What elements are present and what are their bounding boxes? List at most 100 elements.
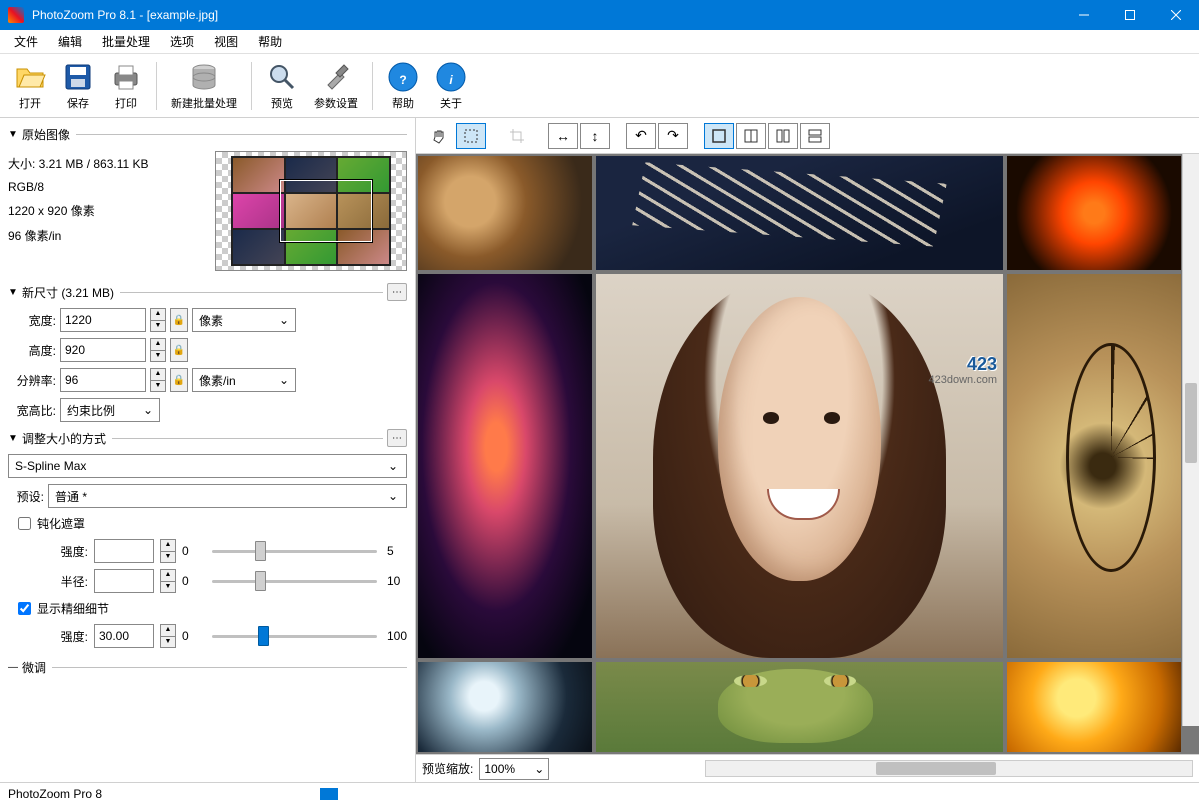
save-icon [62, 61, 94, 93]
watermark-logo: 423 [967, 354, 997, 375]
fine-intensity-slider[interactable] [212, 624, 377, 648]
toolbar-separator [156, 62, 157, 110]
preview-canvas[interactable]: 423 423down.com [416, 154, 1199, 754]
marquee-tool-button[interactable] [456, 123, 486, 149]
zoom-select[interactable]: 100% [479, 758, 549, 780]
resize-options-button[interactable]: ⋯ [387, 429, 407, 447]
unsharp-rad-max: 10 [387, 574, 407, 588]
minimize-button[interactable] [1061, 0, 1107, 30]
method-select[interactable]: S-Spline Max [8, 454, 407, 478]
flip-horizontal-button[interactable]: ↔ [548, 123, 578, 149]
unsharp-intensity-spinner[interactable]: ▲▼ [160, 539, 176, 563]
original-dpi: 96 像素/in [8, 227, 205, 244]
horizontal-scrollbar[interactable] [705, 760, 1193, 777]
fine-intensity-input[interactable] [94, 624, 154, 648]
radius-label: 半径: [44, 573, 88, 590]
menu-view[interactable]: 视图 [204, 30, 248, 53]
section-micro-header[interactable]: — 微调 [8, 655, 407, 680]
height-input[interactable] [60, 338, 146, 362]
unsharp-radius-spinner[interactable]: ▲▼ [160, 569, 176, 593]
menu-file[interactable]: 文件 [4, 30, 48, 53]
resolution-label: 分辨率: [8, 372, 56, 389]
preview-tile [596, 156, 1003, 270]
fine-intensity-spinner[interactable]: ▲▼ [160, 624, 176, 648]
ratio-label: 宽高比: [8, 402, 56, 419]
database-icon [188, 61, 220, 93]
navigator-thumbnail[interactable] [215, 151, 407, 271]
width-spinner[interactable]: ▲▼ [150, 308, 166, 332]
unsharp-intensity-slider[interactable] [212, 539, 377, 563]
resolution-unit-select[interactable]: 像素/in [192, 368, 296, 392]
left-panel: ▼ 原始图像 大小: 3.21 MB / 863.11 KB RGB/8 122… [0, 118, 416, 782]
about-button[interactable]: i 关于 [427, 59, 475, 113]
status-bar: PhotoZoom Pro 8 [0, 782, 1199, 804]
status-indicator [320, 788, 338, 800]
new-batch-button[interactable]: 新建批量处理 [163, 59, 245, 113]
intensity-label: 强度: [44, 543, 88, 560]
navigator-viewport[interactable] [280, 180, 372, 242]
menu-edit[interactable]: 编辑 [48, 30, 92, 53]
preset-select[interactable]: 普通 * [48, 484, 407, 508]
crop-button[interactable] [502, 123, 532, 149]
resolution-lock-button[interactable]: 🔒 [170, 368, 188, 392]
chevron-down-icon: ▼ [8, 287, 18, 298]
section-resize-header[interactable]: ▼ 调整大小的方式 ⋯ [8, 425, 407, 451]
fine-max: 100 [387, 629, 407, 643]
menu-help[interactable]: 帮助 [248, 30, 292, 53]
view-split-v-button[interactable] [736, 123, 766, 149]
window-buttons [1061, 0, 1199, 30]
menu-batch[interactable]: 批量处理 [92, 30, 160, 53]
width-unit-select[interactable]: 像素 [192, 308, 296, 332]
view-single-button[interactable] [704, 123, 734, 149]
menubar: 文件 编辑 批量处理 选项 视图 帮助 [0, 30, 1199, 54]
unsharp-checkbox[interactable] [18, 517, 31, 530]
vertical-scrollbar[interactable] [1182, 154, 1199, 726]
preview-tile: 423 423down.com [596, 274, 1003, 658]
section-resize-title: 调整大小的方式 [22, 430, 106, 447]
preview-area: ↔ ↕ ↶ ↷ 423 423down.com [416, 118, 1199, 782]
preset-label: 预设: [8, 488, 44, 505]
fine-intensity-label: 强度: [44, 628, 88, 645]
width-lock-button[interactable]: 🔒 [170, 308, 188, 332]
flip-vertical-button[interactable]: ↕ [580, 123, 610, 149]
rotate-cw-button[interactable]: ↷ [658, 123, 688, 149]
section-newsize-header[interactable]: ▼ 新尺寸 (3.21 MB) ⋯ [8, 279, 407, 305]
open-button[interactable]: 打开 [6, 59, 54, 113]
original-size: 大小: 3.21 MB / 863.11 KB [8, 155, 205, 172]
dash-icon: — [8, 662, 18, 673]
unsharp-radius-input[interactable] [94, 569, 154, 593]
zoom-label: 预览缩放: [422, 760, 473, 777]
height-spinner[interactable]: ▲▼ [150, 338, 166, 362]
newsize-options-button[interactable]: ⋯ [387, 283, 407, 301]
print-button[interactable]: 打印 [102, 59, 150, 113]
ratio-select[interactable]: 约束比例 [60, 398, 160, 422]
width-input[interactable] [60, 308, 146, 332]
height-lock-button[interactable]: 🔒 [170, 338, 188, 362]
preview-tile [418, 662, 592, 752]
titlebar: PhotoZoom Pro 8.1 - [example.jpg] [0, 0, 1199, 30]
unsharp-radius-slider[interactable] [212, 569, 377, 593]
section-original-header[interactable]: ▼ 原始图像 [8, 122, 407, 147]
menu-options[interactable]: 选项 [160, 30, 204, 53]
close-button[interactable] [1153, 0, 1199, 30]
hand-tool-button[interactable] [424, 123, 454, 149]
section-newsize-title: 新尺寸 (3.21 MB) [22, 284, 114, 301]
toolbar-separator [251, 62, 252, 110]
settings-button[interactable]: 参数设置 [306, 59, 366, 113]
info-icon: i [435, 61, 467, 93]
status-text: PhotoZoom Pro 8 [8, 787, 102, 801]
help-button[interactable]: ? 帮助 [379, 59, 427, 113]
preview-button[interactable]: 预览 [258, 59, 306, 113]
rotate-ccw-button[interactable]: ↶ [626, 123, 656, 149]
unsharp-intensity-input[interactable] [94, 539, 154, 563]
unsharp-label: 钝化遮罩 [37, 515, 85, 532]
preview-toolbar: ↔ ↕ ↶ ↷ [416, 118, 1199, 154]
save-button[interactable]: 保存 [54, 59, 102, 113]
resolution-spinner[interactable]: ▲▼ [150, 368, 166, 392]
maximize-button[interactable] [1107, 0, 1153, 30]
view-2up-h-button[interactable] [800, 123, 830, 149]
view-2up-v-button[interactable] [768, 123, 798, 149]
finedetail-checkbox[interactable] [18, 602, 31, 615]
resolution-input[interactable] [60, 368, 146, 392]
unsharp-int-min: 0 [182, 544, 202, 558]
